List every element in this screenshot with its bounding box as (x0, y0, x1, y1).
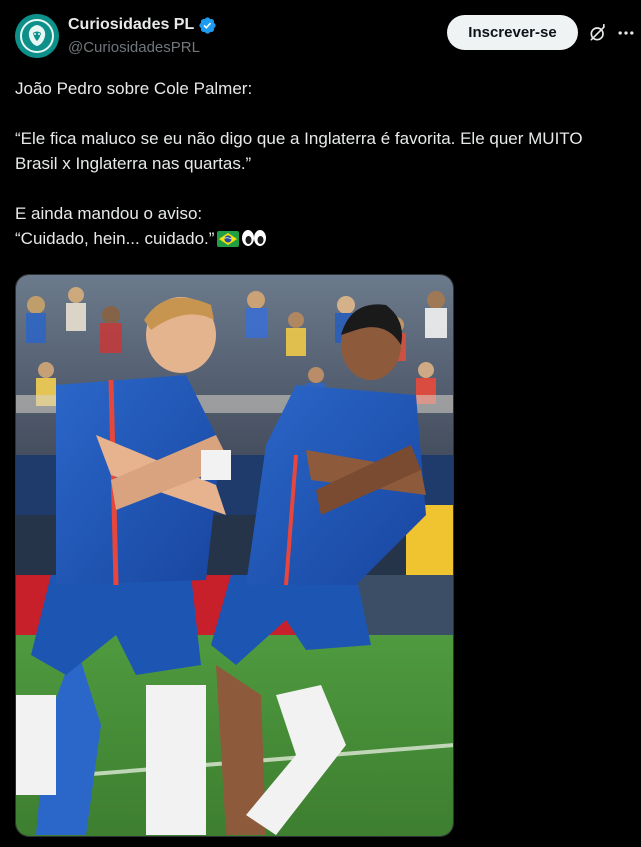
brazil-flag-icon (217, 229, 240, 254)
author-avatar[interactable] (15, 14, 59, 58)
tweet-text: João Pedro sobre Cole Palmer: “Ele fica … (15, 76, 615, 254)
author-display-name[interactable]: Curiosidades PL (68, 15, 194, 35)
tweet-line-4: “Cuidado, hein... cuidado.” (15, 229, 215, 248)
tweet-line-1: João Pedro sobre Cole Palmer: (15, 79, 253, 98)
lion-crest-icon (15, 14, 59, 58)
follow-button[interactable]: Inscrever-se (447, 15, 578, 50)
grok-icon[interactable] (586, 21, 610, 45)
verified-badge-icon (198, 16, 217, 35)
eyes-icon (241, 229, 267, 254)
more-options-icon[interactable] (614, 21, 638, 45)
author-name-row: Curiosidades PL (68, 15, 217, 35)
author-handle[interactable]: @CuriosidadesPRL (68, 38, 200, 58)
tweet-line-3: E ainda mandou o aviso: (15, 204, 203, 223)
football-celebration-photo (16, 275, 453, 836)
tweet-line-4-wrap: “Cuidado, hein... cuidado.” (15, 226, 615, 254)
tweet-photo[interactable] (15, 274, 454, 837)
tweet-line-2: “Ele fica maluco se eu não digo que a In… (15, 129, 583, 173)
